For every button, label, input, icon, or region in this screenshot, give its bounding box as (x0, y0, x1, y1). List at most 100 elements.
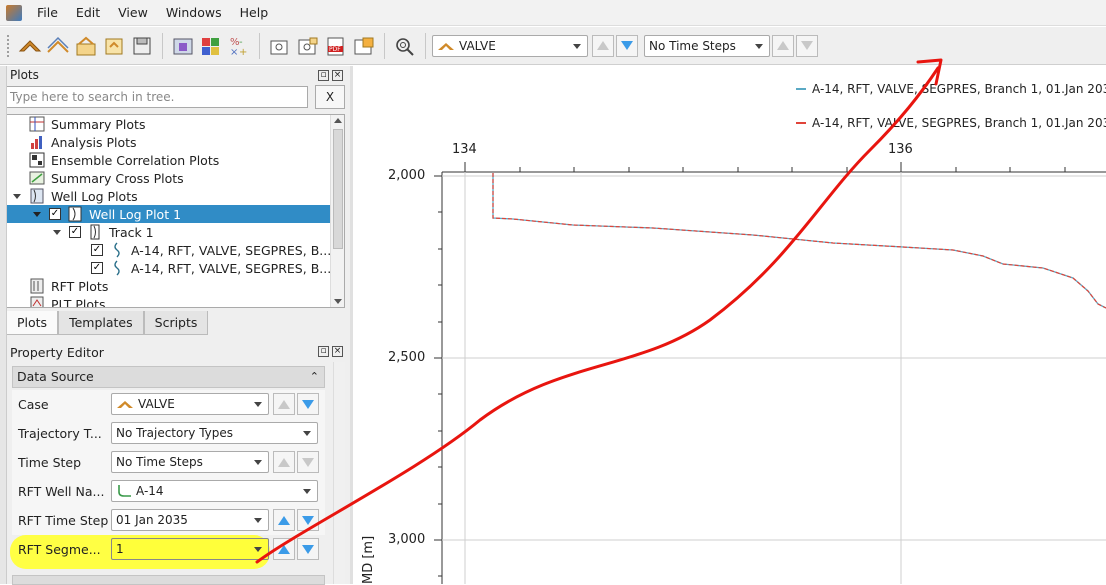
x-axis-ticks (464, 162, 1066, 172)
rft-time-step-previous-button[interactable] (273, 509, 295, 531)
expand-icon[interactable] (53, 229, 61, 235)
time-step-select[interactable]: No Time Steps (111, 451, 269, 473)
expand-icon[interactable] (33, 211, 41, 217)
scroll-up-icon[interactable] (334, 118, 342, 123)
trajectory-type-select[interactable]: No Trajectory Types (111, 422, 318, 444)
snapshot-to-file-button[interactable] (350, 32, 378, 60)
arrow-down-icon (302, 457, 314, 467)
left-dock: Plots ▫ × Type here to search in tree. X… (0, 66, 350, 585)
grid-view-button[interactable] (197, 32, 225, 60)
tree-item-well-log-plot-1[interactable]: ✓ Well Log Plot 1 (7, 205, 330, 223)
data-source-group-header[interactable]: Data Source ⌃ (12, 366, 325, 388)
save-button[interactable] (128, 32, 156, 60)
menu-file[interactable]: File (28, 5, 67, 20)
tree-item-label: Track 1 (109, 224, 154, 240)
export-pdf-button[interactable]: PDF (322, 32, 350, 60)
scrollbar-thumb[interactable] (333, 129, 343, 249)
snapshot-button[interactable] (266, 32, 294, 60)
case-previous-button[interactable] (592, 34, 614, 57)
time-step-next-button[interactable] (796, 34, 818, 57)
rft-segment-next-button[interactable] (297, 538, 319, 560)
tab-scripts[interactable]: Scripts (143, 311, 209, 335)
tree-item-curve-1[interactable]: ✓ A-14, RFT, VALVE, SEGPRES, B... (7, 241, 330, 259)
visibility-checkbox[interactable]: ✓ (49, 208, 61, 220)
visibility-checkbox[interactable]: ✓ (69, 226, 81, 238)
visibility-checkbox[interactable]: ✓ (91, 262, 103, 274)
menu-help[interactable]: Help (231, 5, 278, 20)
scroll-down-icon[interactable] (334, 299, 342, 304)
tree-item-analysis-plots[interactable]: Analysis Plots (7, 133, 330, 151)
open-project-button[interactable] (72, 32, 100, 60)
plots-tree[interactable]: Summary Plots Analysis Plots Ensemble Co… (6, 114, 345, 308)
tree-item-label: A-14, RFT, VALVE, SEGPRES, B... (131, 260, 330, 276)
tree-item-label: Ensemble Correlation Plots (51, 152, 220, 168)
summary-plot-icon (18, 39, 42, 51)
property-label: Trajectory T... (18, 426, 102, 441)
collapse-icon[interactable]: ⌃ (310, 367, 319, 387)
tree-item-ensemble-correlation-plots[interactable]: Ensemble Correlation Plots (7, 151, 330, 169)
menu-edit[interactable]: Edit (67, 5, 109, 20)
clear-search-button[interactable]: X (315, 85, 345, 109)
tree-scrollbar[interactable] (330, 115, 344, 307)
property-row-rft-segment: RFT Segme... 1 (12, 535, 325, 564)
case-select[interactable]: VALVE (111, 393, 269, 415)
case-select-value: VALVE (138, 397, 175, 411)
expand-icon[interactable] (13, 193, 21, 199)
chevron-down-icon (573, 43, 581, 49)
zoom-all-button[interactable] (391, 32, 419, 60)
tab-templates[interactable]: Templates (58, 311, 144, 335)
property-editor-scrollbar[interactable] (333, 362, 345, 584)
arrow-down-icon (302, 399, 314, 409)
svg-text:PDF: PDF (329, 46, 341, 53)
time-step-next-button[interactable] (297, 451, 319, 473)
toolbar-grip[interactable] (6, 33, 10, 58)
tree-item-summary-cross-plots[interactable]: Summary Cross Plots (7, 169, 330, 187)
case-previous-button[interactable] (273, 393, 295, 415)
chevron-down-icon (755, 43, 763, 49)
tree-item-rft-plots[interactable]: RFT Plots (7, 277, 330, 295)
case-combo[interactable]: VALVE (432, 34, 588, 57)
menu-bar: File Edit View Windows Help (0, 0, 1106, 26)
analysis-plots-icon (31, 136, 42, 149)
rft-time-step-select[interactable]: 01 Jan 2035 (111, 509, 269, 531)
float-icon[interactable]: ▫ (318, 70, 329, 81)
tree-item-summary-plots[interactable]: Summary Plots (7, 115, 330, 133)
rft-time-step-next-button[interactable] (297, 509, 319, 531)
tree-item-curve-2[interactable]: ✓ A-14, RFT, VALVE, SEGPRES, B... (7, 259, 330, 277)
tree-item-plt-plots[interactable]: PLT Plots (7, 295, 330, 307)
chevron-down-icon (254, 518, 262, 523)
snapshot-all-button[interactable] (294, 32, 322, 60)
rft-segment-select[interactable]: 1 (111, 538, 269, 560)
close-icon[interactable]: × (332, 70, 343, 81)
float-icon[interactable]: ▫ (318, 346, 329, 357)
3d-view-button[interactable] (169, 32, 197, 60)
tree-item-track-1[interactable]: ✓ Track 1 (7, 223, 330, 241)
rft-well-name-select[interactable]: A-14 (111, 480, 318, 502)
tab-plots[interactable]: Plots (6, 311, 59, 335)
time-step-previous-button[interactable] (273, 451, 295, 473)
property-label: Time Step (18, 455, 82, 470)
visibility-checkbox[interactable]: ✓ (91, 244, 103, 256)
time-step-combo[interactable]: No Time Steps (644, 34, 770, 57)
rft-segment-previous-button[interactable] (273, 538, 295, 560)
menu-windows[interactable]: Windows (157, 5, 231, 20)
case-next-button[interactable] (297, 393, 319, 415)
new-ensemble-plot-button[interactable] (44, 32, 72, 60)
curve-solid (492, 173, 1106, 309)
well-log-plot-icon (68, 206, 82, 222)
case-next-button[interactable] (616, 34, 638, 57)
calculator-button[interactable]: % - × + (225, 32, 253, 60)
tree-item-well-log-plots[interactable]: Well Log Plots (7, 187, 330, 205)
time-step-previous-button[interactable] (772, 34, 794, 57)
menu-view[interactable]: View (109, 5, 157, 20)
arrow-down-icon (302, 515, 314, 525)
well-log-plot-view[interactable]: A-14, RFT, VALVE, SEGPRES, Branch 1, 01.… (353, 66, 1106, 584)
close-icon[interactable]: × (332, 346, 343, 357)
new-summary-plot-button[interactable] (16, 32, 44, 60)
svg-text:+: + (239, 47, 247, 57)
import-button[interactable] (100, 32, 128, 60)
property-row-time-step: Time Step No Time Steps (12, 448, 325, 477)
tree-search-input[interactable]: Type here to search in tree. (6, 86, 308, 108)
trajectory-type-value: No Trajectory Types (116, 426, 234, 440)
snapshot-file-icon (354, 37, 374, 54)
